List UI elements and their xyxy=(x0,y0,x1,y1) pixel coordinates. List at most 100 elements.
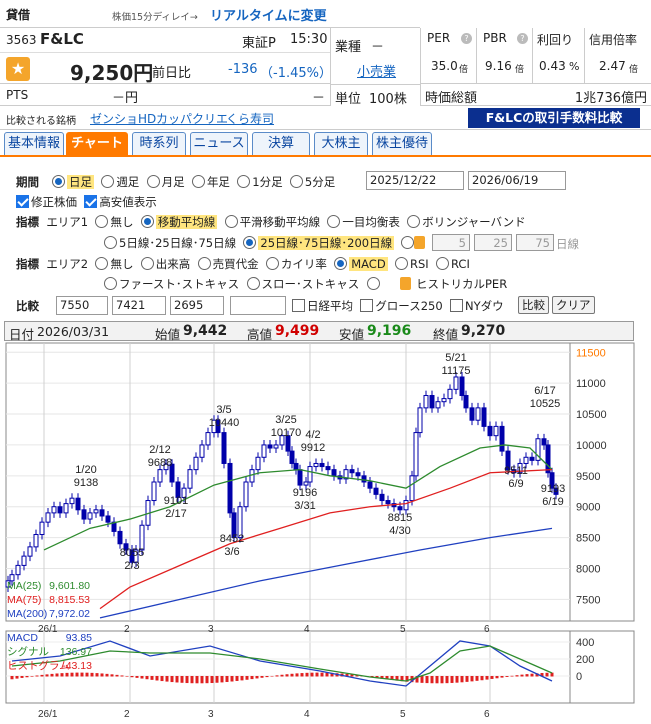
candle-body xyxy=(325,466,331,471)
tab-benefits[interactable]: 株主優待 xyxy=(372,132,432,156)
ma-input-2[interactable]: 25 xyxy=(474,234,512,251)
fee-compare-banner[interactable]: F&LCの取引手数料比較 xyxy=(468,108,640,128)
compare-row: 比較される銘柄 ゼンショHD カッパクリエ くら寿司 F&LCの取引手数料比較 xyxy=(0,106,651,130)
area2-volume[interactable]: 出来高 xyxy=(156,257,191,271)
compare-code-1[interactable]: 7550 xyxy=(56,296,108,315)
radio-icon[interactable] xyxy=(101,175,115,188)
radio-icon[interactable] xyxy=(407,215,421,228)
help-icon[interactable]: ? xyxy=(517,33,528,44)
radio-icon[interactable] xyxy=(95,215,109,228)
candle-body xyxy=(99,509,105,517)
candle-body xyxy=(385,500,391,505)
area2-deviation[interactable]: カイリ率 xyxy=(281,257,327,271)
radio-icon[interactable] xyxy=(401,236,415,249)
radio-icon[interactable] xyxy=(95,257,109,270)
area1-ichimoku[interactable]: 一目均衡表 xyxy=(342,215,400,229)
radio-icon[interactable] xyxy=(197,257,211,270)
radio-icon[interactable] xyxy=(366,277,380,290)
radio-icon[interactable] xyxy=(140,215,154,228)
period-yearly[interactable]: 年足 xyxy=(191,175,230,189)
radio-icon[interactable] xyxy=(246,277,260,290)
radio-icon[interactable] xyxy=(104,277,117,290)
help-icon[interactable]: ? xyxy=(461,33,472,44)
compare-button[interactable]: 比較 xyxy=(518,296,549,314)
radio-icon[interactable] xyxy=(224,215,238,228)
price-chart[interactable]: 7500 8000 8500 9000 9500 10000 10500 11000 11500… xyxy=(0,341,651,724)
tab-shareholders[interactable]: 大株主 xyxy=(314,132,368,156)
macd-histogram-bar xyxy=(160,676,164,682)
period-weekly[interactable]: 週足 xyxy=(101,175,139,189)
metric-margin-label: 信用倍率 xyxy=(589,33,638,47)
period-monthly[interactable]: 月足 xyxy=(146,175,185,189)
area2-macd[interactable]: MACD xyxy=(349,257,388,271)
tab-chart[interactable]: チャート xyxy=(66,132,128,156)
radio-icon[interactable] xyxy=(395,257,408,270)
macd-histogram-bar xyxy=(35,675,39,677)
macd-histogram-bar xyxy=(220,676,224,683)
radio-icon[interactable] xyxy=(140,257,154,270)
tab-earnings[interactable]: 決算 xyxy=(252,132,310,156)
area2-rsi[interactable]: RSI xyxy=(410,257,429,271)
macd-histogram-bar xyxy=(290,673,294,677)
macd-histogram-bar xyxy=(95,673,99,677)
area2-turnover[interactable]: 売買代金 xyxy=(213,257,259,271)
radio-icon[interactable] xyxy=(237,175,251,188)
nikkei-checkbox[interactable] xyxy=(292,299,305,312)
compare-link-2[interactable]: カッパクリエ xyxy=(156,110,228,127)
ma-input-3[interactable]: 75 xyxy=(516,234,554,251)
ohlc-low: 9,196 xyxy=(367,323,412,339)
indicator-area1: 指標 エリア1 無し 移動平均線 平滑移動平均線 一目均衡表 ボリンジャーバンド xyxy=(16,214,526,230)
macd-histogram-bar xyxy=(520,674,524,677)
compare-link-1[interactable]: ゼンショHD xyxy=(90,110,156,127)
compare-code-2[interactable]: 7421 xyxy=(112,296,166,315)
macd-x-tick-label: 4 xyxy=(304,709,310,720)
area2-rci[interactable]: RCI xyxy=(451,257,470,271)
nydow-checkbox[interactable] xyxy=(450,299,463,312)
area1-bollinger[interactable]: ボリンジャーバンド xyxy=(422,215,525,229)
radio-icon[interactable] xyxy=(265,257,279,270)
area1-none[interactable]: 無し xyxy=(110,215,133,229)
period-daily[interactable]: 日足 xyxy=(52,175,94,189)
growth-checkbox[interactable] xyxy=(360,299,374,312)
high-low-checkbox[interactable] xyxy=(84,195,98,208)
macd-histogram-bar xyxy=(105,673,109,677)
radio-icon[interactable] xyxy=(191,175,205,188)
realtime-link[interactable]: リアルタイムに変更 xyxy=(210,5,327,24)
radio-icon[interactable] xyxy=(327,215,341,228)
annotation-date: 6/19 xyxy=(542,496,563,508)
radio-icon[interactable] xyxy=(436,257,449,270)
annotation-price: 10170 xyxy=(271,427,302,439)
tab-basic-info[interactable]: 基本情報 xyxy=(4,132,64,156)
industry-dash: － xyxy=(371,40,385,55)
date-from-input[interactable]: 2025/12/22 xyxy=(366,171,464,190)
radio-icon[interactable] xyxy=(52,175,65,188)
area2-none[interactable]: 無し xyxy=(110,257,133,271)
macd-histogram-bar xyxy=(45,674,49,677)
radio-icon[interactable] xyxy=(146,175,160,188)
area2-hist-per[interactable]: ヒストリカルPER xyxy=(416,276,507,292)
area1-smoothed-ma[interactable]: 平滑移動平均線 xyxy=(240,215,321,229)
compare-link-3[interactable]: くら寿司 xyxy=(226,110,274,127)
compare-code-4[interactable] xyxy=(230,296,286,315)
area1-ma[interactable]: 移動平均線 xyxy=(155,215,218,229)
candle-body xyxy=(87,512,93,520)
area2-fast-stoch[interactable]: ファースト･ストキャス xyxy=(119,277,239,291)
area2-slow-stoch[interactable]: スロー･ストキャス xyxy=(262,277,360,291)
adjusted-price-checkbox[interactable] xyxy=(16,195,29,208)
ma-5-25-75[interactable]: 5日線･25日線･75日線 xyxy=(119,236,236,250)
tab-news[interactable]: ニュース xyxy=(190,132,248,156)
compare-code-3[interactable]: 2695 xyxy=(170,296,224,315)
clear-button[interactable]: クリア xyxy=(552,296,595,314)
industry-link[interactable]: 小売業 xyxy=(357,61,396,80)
date-to-input[interactable]: 2026/06/19 xyxy=(468,171,566,190)
favorite-star-icon[interactable]: ★ xyxy=(6,57,30,81)
radio-icon[interactable] xyxy=(243,236,257,249)
radio-icon[interactable] xyxy=(104,236,117,249)
period-1min[interactable]: 1分足 xyxy=(237,175,283,189)
radio-icon[interactable] xyxy=(334,257,348,270)
radio-icon[interactable] xyxy=(289,175,303,188)
ma-25-75-200[interactable]: 25日線･75日線･200日線 xyxy=(258,236,395,250)
ma-input-1[interactable]: 5 xyxy=(432,234,470,251)
tab-timeseries[interactable]: 時系列 xyxy=(132,132,186,156)
period-5min[interactable]: 5分足 xyxy=(289,175,335,189)
